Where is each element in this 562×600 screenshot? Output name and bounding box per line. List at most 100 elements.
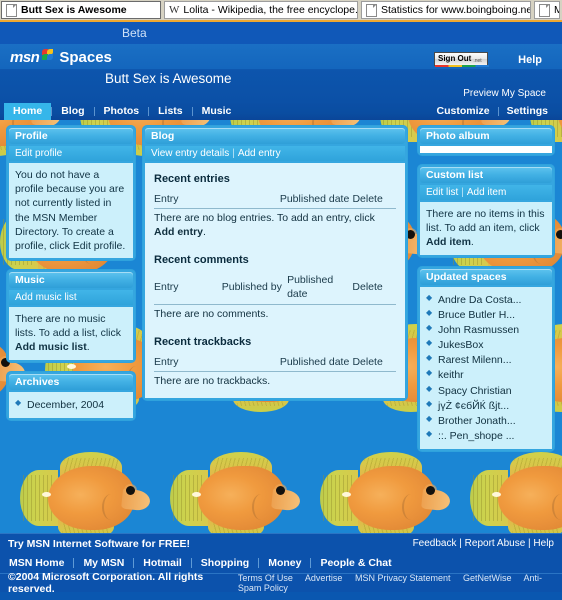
passport-net-label: .net [473,58,482,64]
footer-link-my-msn[interactable]: My MSN [74,557,133,569]
footer-link-shopping[interactable]: Shopping [192,557,258,569]
list-item[interactable]: December, 2004 [15,398,127,412]
report-abuse-link[interactable]: Report Abuse [465,538,526,549]
module-title: Profile [9,128,133,144]
recent-entries-table: Entry Published date Delete There are no… [154,190,396,241]
nav-tabs: Home Blog Photos Lists Music [4,103,240,120]
updated-spaces-body: Andre Da Costa... Bruce Butler H... John… [420,286,552,450]
space-link[interactable]: Bruce Butler H... [438,309,515,321]
table-row: There are no blog entries. To add an ent… [154,209,396,241]
footer-utility-links: Feedback | Report Abuse | Help [412,538,554,549]
terms-of-use-link[interactable]: Terms Of Use [238,573,293,583]
list-item[interactable]: Andre Da Costa... [426,293,546,307]
empty-bold: Add item [426,236,471,249]
list-item[interactable]: ::. Pen_shope ... [426,429,546,443]
left-column: Profile Edit profile You do not have a p… [6,125,136,429]
table-row: There are no comments. [154,304,396,322]
tab-home[interactable]: Home [4,103,52,120]
page-icon [366,3,377,17]
msn-software-promo-link[interactable]: Try MSN Internet Software for FREE! [8,538,190,550]
list-item[interactable]: jүŻ ¢єбЙЌ ßјt... [426,399,546,413]
photo-album-body [420,146,552,153]
list-item[interactable]: Rarest Milenn... [426,353,546,367]
empty-pre: There are no blog entries. To add an ent… [154,212,375,225]
advertise-link[interactable]: Advertise [305,573,343,583]
module-blog: Blog View entry details | Add entry Recent… [142,125,408,401]
archive-link[interactable]: December, 2004 [27,399,104,411]
list-item[interactable]: Bruce Butler H... [426,308,546,322]
list-item[interactable]: JukesBox [426,338,546,352]
tab-lists[interactable]: Lists [149,103,192,120]
module-custom-list: Custom list Edit list | Add item There are… [417,164,555,258]
space-link[interactable]: keithr [438,369,464,381]
col-published-by: Published by [221,272,288,305]
edit-list-link[interactable]: Edit list [426,187,458,198]
recent-trackbacks-empty: There are no trackbacks. [154,374,271,387]
edit-profile-link[interactable]: Edit profile [15,148,62,159]
feedback-link[interactable]: Feedback [413,538,457,549]
page-title: Butt Sex is Awesome [105,71,232,86]
taskbar-button-3[interactable]: MS [534,1,560,19]
space-link[interactable]: ::. Pen_shope ... [438,430,514,442]
space-link[interactable]: Spacy Christian [438,385,512,397]
tab-music[interactable]: Music [193,103,241,120]
recent-comments-empty: There are no comments. [154,307,269,320]
taskbar-button-1[interactable]: W Lolita - Wikipedia, the free encyclope… [164,1,358,19]
preview-my-space-link[interactable]: Preview My Space [463,88,546,99]
legal-links: Terms Of Use Advertise MSN Privacy State… [238,573,562,593]
module-archives: Archives December, 2004 [6,370,136,421]
profile-empty-text: You do not have a profile because you ar… [9,163,133,259]
footer-legal-row: ©2004 Microsoft Corporation. All rights … [0,571,562,595]
view-entry-details-link[interactable]: View entry details [151,148,229,159]
list-item[interactable]: Brother Jonath... [426,414,546,428]
taskbar-button-0[interactable]: Butt Sex is Awesome [1,1,161,19]
archives-body: December, 2004 [9,391,133,418]
settings-link[interactable]: Settings [499,103,556,120]
action-divider: | [232,148,235,159]
add-music-list-link[interactable]: Add music list [15,292,77,303]
col-entry: Entry [154,353,280,372]
space-link[interactable]: jүŻ ¢єбЙЌ ßјt... [438,400,509,412]
space-link[interactable]: Andre Da Costa... [438,294,521,306]
empty-pre: There are no items in this list. To add … [426,208,545,235]
space-link[interactable]: JukesBox [438,339,484,351]
space-link[interactable]: Rarest Milenn... [438,354,512,366]
music-empty-text: There are no music lists. To add a list,… [9,307,133,360]
taskbar-button-2[interactable]: Statistics for www.boingboing.net [361,1,531,19]
list-item[interactable]: keithr [426,368,546,382]
customize-link[interactable]: Customize [428,103,497,120]
module-actions: View entry details | Add entry [145,146,405,161]
add-entry-link[interactable]: Add entry [238,148,281,159]
col-delete: Delete [352,353,396,372]
wikipedia-w-icon: W [169,4,180,16]
tab-photos[interactable]: Photos [95,103,149,120]
empty-bold: Add entry [154,226,204,239]
main-column: Blog View entry details | Add entry Recent… [142,125,408,409]
msn-spaces-logo[interactable]: msn Spaces [10,49,112,66]
music-empty-post: . [86,341,90,354]
list-item[interactable]: John Rasmussen [426,323,546,337]
blog-body: Recent entries Entry Published date Dele… [145,163,405,398]
sign-out-button[interactable]: Sign Out .net [434,52,489,67]
footer-link-msn-home[interactable]: MSN Home [0,557,73,569]
module-actions: Edit profile [9,146,133,161]
module-title: Archives [9,373,133,390]
beta-strip: Beta [0,22,562,44]
archives-list: December, 2004 [15,398,127,412]
page-icon [539,3,550,17]
help-link[interactable]: Help [518,54,542,66]
footer-help-link[interactable]: Help [533,538,554,549]
footer-link-people-chat[interactable]: People & Chat [311,557,400,569]
col-published-date: Published date [287,272,353,305]
module-title: Music [9,272,133,289]
tab-blog[interactable]: Blog [52,103,93,120]
space-link[interactable]: Brother Jonath... [438,415,516,427]
privacy-statement-link[interactable]: MSN Privacy Statement [355,573,451,583]
list-item[interactable]: Spacy Christian [426,384,546,398]
footer-link-hotmail[interactable]: Hotmail [134,557,191,569]
add-item-link[interactable]: Add item [467,187,506,198]
module-title: Photo album [420,128,552,144]
getnetwise-link[interactable]: GetNetWise [463,573,512,583]
space-link[interactable]: John Rasmussen [438,324,519,336]
footer-link-money[interactable]: Money [259,557,310,569]
